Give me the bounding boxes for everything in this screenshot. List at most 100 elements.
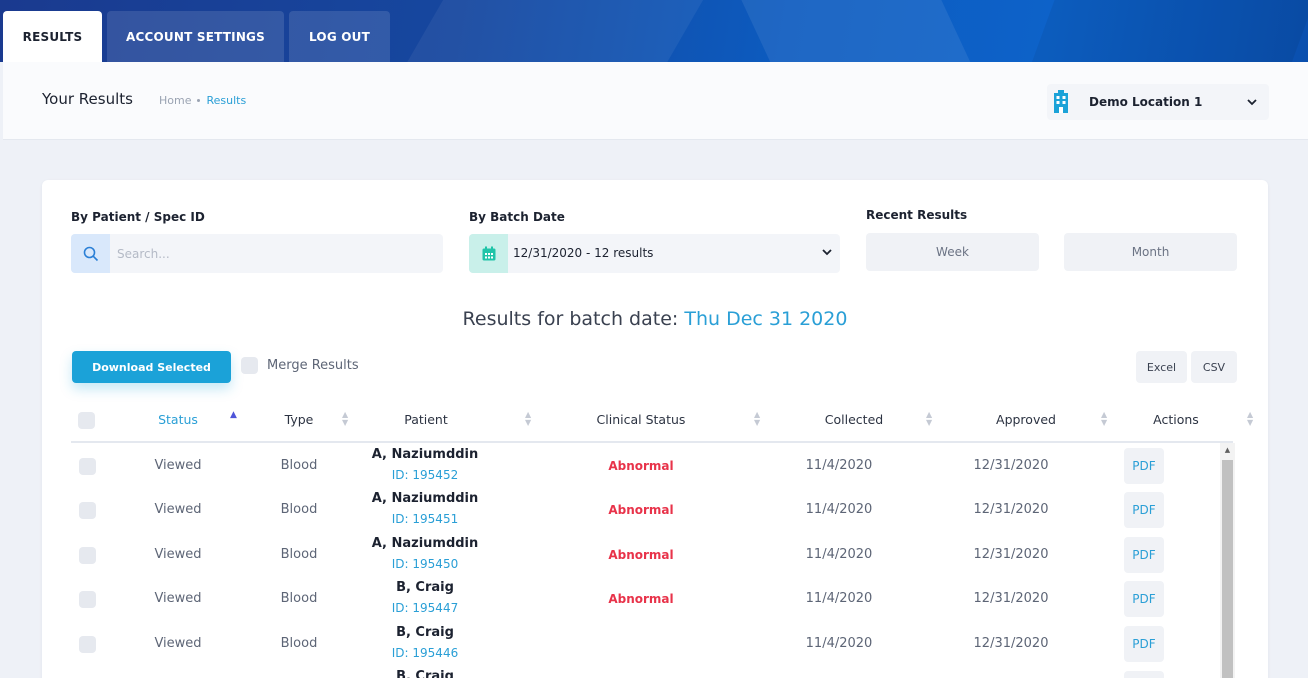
row-collected: 11/4/2020 [805,591,873,606]
tab-log-out[interactable]: LOG OUT [289,11,390,62]
page-header: Your Results Home Results Demo Location … [3,62,1308,140]
row-status: Viewed [154,591,202,606]
row-approved: 12/31/2020 [973,547,1049,562]
row-patient-name: A, Naziumddin [371,491,479,506]
column-type[interactable]: Type [269,412,329,427]
search-icon[interactable] [71,234,110,273]
location-label: Demo Location 1 [1089,95,1203,109]
table-header: Status ▲ Type ▲ ▼ Patient ▲ ▼ Clinical Sta… [71,405,1253,443]
scrollbar-thumb[interactable] [1222,460,1233,678]
row-type: Blood [280,591,318,606]
breadcrumb-results: Results [206,94,247,107]
merge-results-label: Merge Results [267,358,359,373]
pdf-button[interactable]: PDF [1124,492,1164,528]
building-icon [1049,89,1073,115]
row-type: Blood [280,502,318,517]
merge-results-toggle[interactable]: Merge Results [241,357,359,374]
table-row[interactable]: Viewed Blood B, Craig ID: 195447 Abnorma… [71,577,1221,621]
row-checkbox[interactable] [79,502,96,519]
row-collected: 11/4/2020 [805,502,873,517]
row-patient-name: B, Craig [396,580,454,595]
pdf-button[interactable]: PDF [1124,448,1164,484]
results-heading: Results for batch date: Thu Dec 31 2020 [42,308,1268,330]
row-status: Viewed [154,502,202,517]
search-input[interactable] [117,234,437,273]
column-actions: Actions [1153,412,1199,427]
column-approved[interactable]: Approved [976,412,1076,427]
row-approved: 12/31/2020 [973,502,1049,517]
sort-icon[interactable]: ▲ ▼ [525,411,531,427]
sort-icon[interactable]: ▲ ▼ [1247,411,1253,427]
table-row[interactable]: Viewed Blood A, Naziumddin ID: 195450 Ab… [71,533,1221,577]
column-clinical-status[interactable]: Clinical Status [571,412,711,427]
select-all-checkbox[interactable] [78,412,95,429]
row-collected: 11/4/2020 [805,636,873,651]
row-checkbox[interactable] [79,591,96,608]
sort-asc-icon[interactable]: ▲ [230,411,237,420]
row-type: Blood [280,458,318,473]
row-checkbox[interactable] [79,636,96,653]
row-checkbox[interactable] [79,458,96,475]
pdf-button[interactable] [1124,671,1164,678]
csv-button[interactable]: CSV [1191,351,1237,383]
row-clinical-status: Abnormal [608,503,674,517]
table-row[interactable]: B, Craig [71,667,1221,678]
row-status: Viewed [154,636,202,651]
batch-date-value: 12/31/2020 - 12 results [513,246,654,260]
column-status[interactable]: Status [148,412,208,427]
breadcrumb-home[interactable]: Home [159,94,191,107]
row-approved: 12/31/2020 [973,458,1049,473]
week-button[interactable]: Week [866,233,1039,271]
row-patient-name: B, Craig [396,669,454,678]
results-heading-date: Thu Dec 31 2020 [684,308,848,330]
recent-results-label: Recent Results [866,208,968,222]
row-clinical-status: Abnormal [608,459,674,473]
results-heading-prefix: Results for batch date: [462,308,679,330]
location-select[interactable]: Demo Location 1 [1047,84,1269,120]
column-collected[interactable]: Collected [804,412,904,427]
table-row[interactable]: Viewed Blood A, Naziumddin ID: 195451 Ab… [71,488,1221,532]
row-clinical-status: Abnormal [608,548,674,562]
calendar-icon [469,234,508,273]
row-approved: 12/31/2020 [973,591,1049,606]
row-patient-name: A, Naziumddin [371,536,479,551]
row-status: Viewed [154,458,202,473]
breadcrumb-separator [197,99,201,102]
sort-icon[interactable]: ▲ ▼ [1101,411,1107,427]
row-type: Blood [280,636,318,651]
chevron-down-icon [1247,95,1257,109]
tab-results[interactable]: RESULTS [3,11,102,62]
download-selected-button[interactable]: Download Selected [72,351,231,383]
column-patient[interactable]: Patient [386,412,466,427]
pdf-button[interactable]: PDF [1124,537,1164,573]
row-checkbox[interactable] [79,547,96,564]
row-collected: 11/4/2020 [805,547,873,562]
sort-icon[interactable]: ▲ ▼ [926,411,932,427]
search-box[interactable] [71,234,443,273]
tab-account-settings[interactable]: ACCOUNT SETTINGS [107,11,284,62]
row-status: Viewed [154,547,202,562]
pdf-button[interactable]: PDF [1124,626,1164,662]
row-patient-id[interactable]: ID: 195446 [345,646,505,660]
month-button[interactable]: Month [1064,233,1237,271]
row-patient-id[interactable]: ID: 195450 [345,557,505,571]
excel-button[interactable]: Excel [1136,351,1187,383]
sort-icon[interactable]: ▲ ▼ [342,411,348,427]
table-row[interactable]: Viewed Blood A, Naziumddin ID: 195452 Ab… [71,444,1221,488]
row-patient-name: B, Craig [396,625,454,640]
table-row[interactable]: Viewed Blood B, Craig ID: 195446 11/4/20… [71,622,1221,666]
chevron-down-icon [822,245,832,259]
batch-date-select[interactable]: 12/31/2020 - 12 results [469,234,840,273]
patient-filter-label: By Patient / Spec ID [71,210,205,224]
scroll-up-arrow-icon[interactable]: ▲ [1220,446,1235,458]
sort-icon[interactable]: ▲ ▼ [754,411,760,427]
row-clinical-status: Abnormal [608,592,674,606]
results-card: By Patient / Spec ID By Batch Date 12/31… [42,180,1268,678]
row-patient-id[interactable]: ID: 195452 [345,468,505,482]
row-patient-id[interactable]: ID: 195451 [345,512,505,526]
row-approved: 12/31/2020 [973,636,1049,651]
row-patient-id[interactable]: ID: 195447 [345,601,505,615]
merge-results-checkbox[interactable] [241,357,258,374]
row-type: Blood [280,547,318,562]
pdf-button[interactable]: PDF [1124,581,1164,617]
